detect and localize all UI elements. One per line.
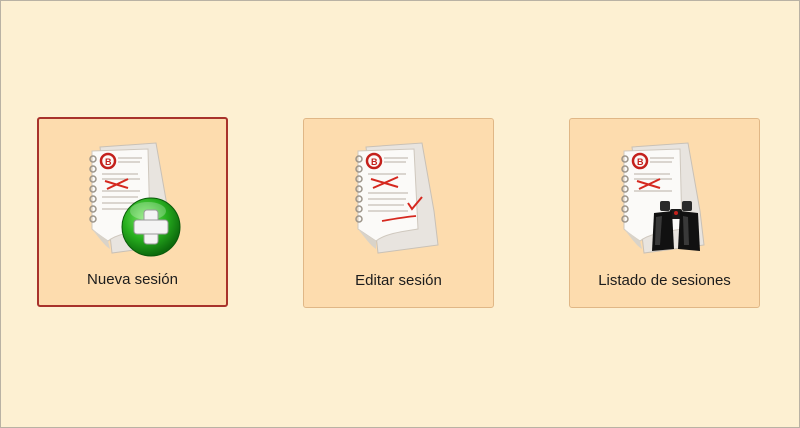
- list-sessions-button[interactable]: B Listado de sesiones: [569, 118, 760, 308]
- document-edit-icon: B: [354, 142, 439, 254]
- tile-label: Nueva sesión: [87, 271, 178, 288]
- document-add-icon: B: [88, 142, 180, 257]
- tile-label: Listado de sesiones: [598, 272, 731, 289]
- document-search-icon: B: [620, 142, 705, 254]
- new-session-button[interactable]: B Nueva sesión: [37, 117, 228, 307]
- edit-session-button[interactable]: B Editar sesión: [303, 118, 494, 308]
- tile-label: Editar sesión: [355, 272, 442, 289]
- svg-text:B: B: [371, 157, 378, 167]
- svg-text:B: B: [637, 157, 644, 167]
- svg-text:B: B: [105, 157, 112, 167]
